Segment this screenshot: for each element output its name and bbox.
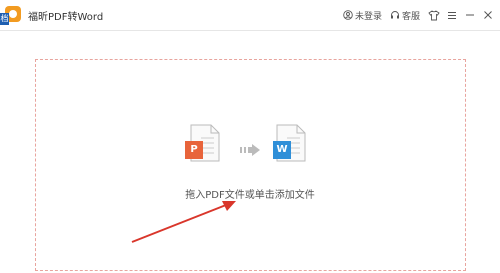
annotation-arrow xyxy=(131,201,236,243)
